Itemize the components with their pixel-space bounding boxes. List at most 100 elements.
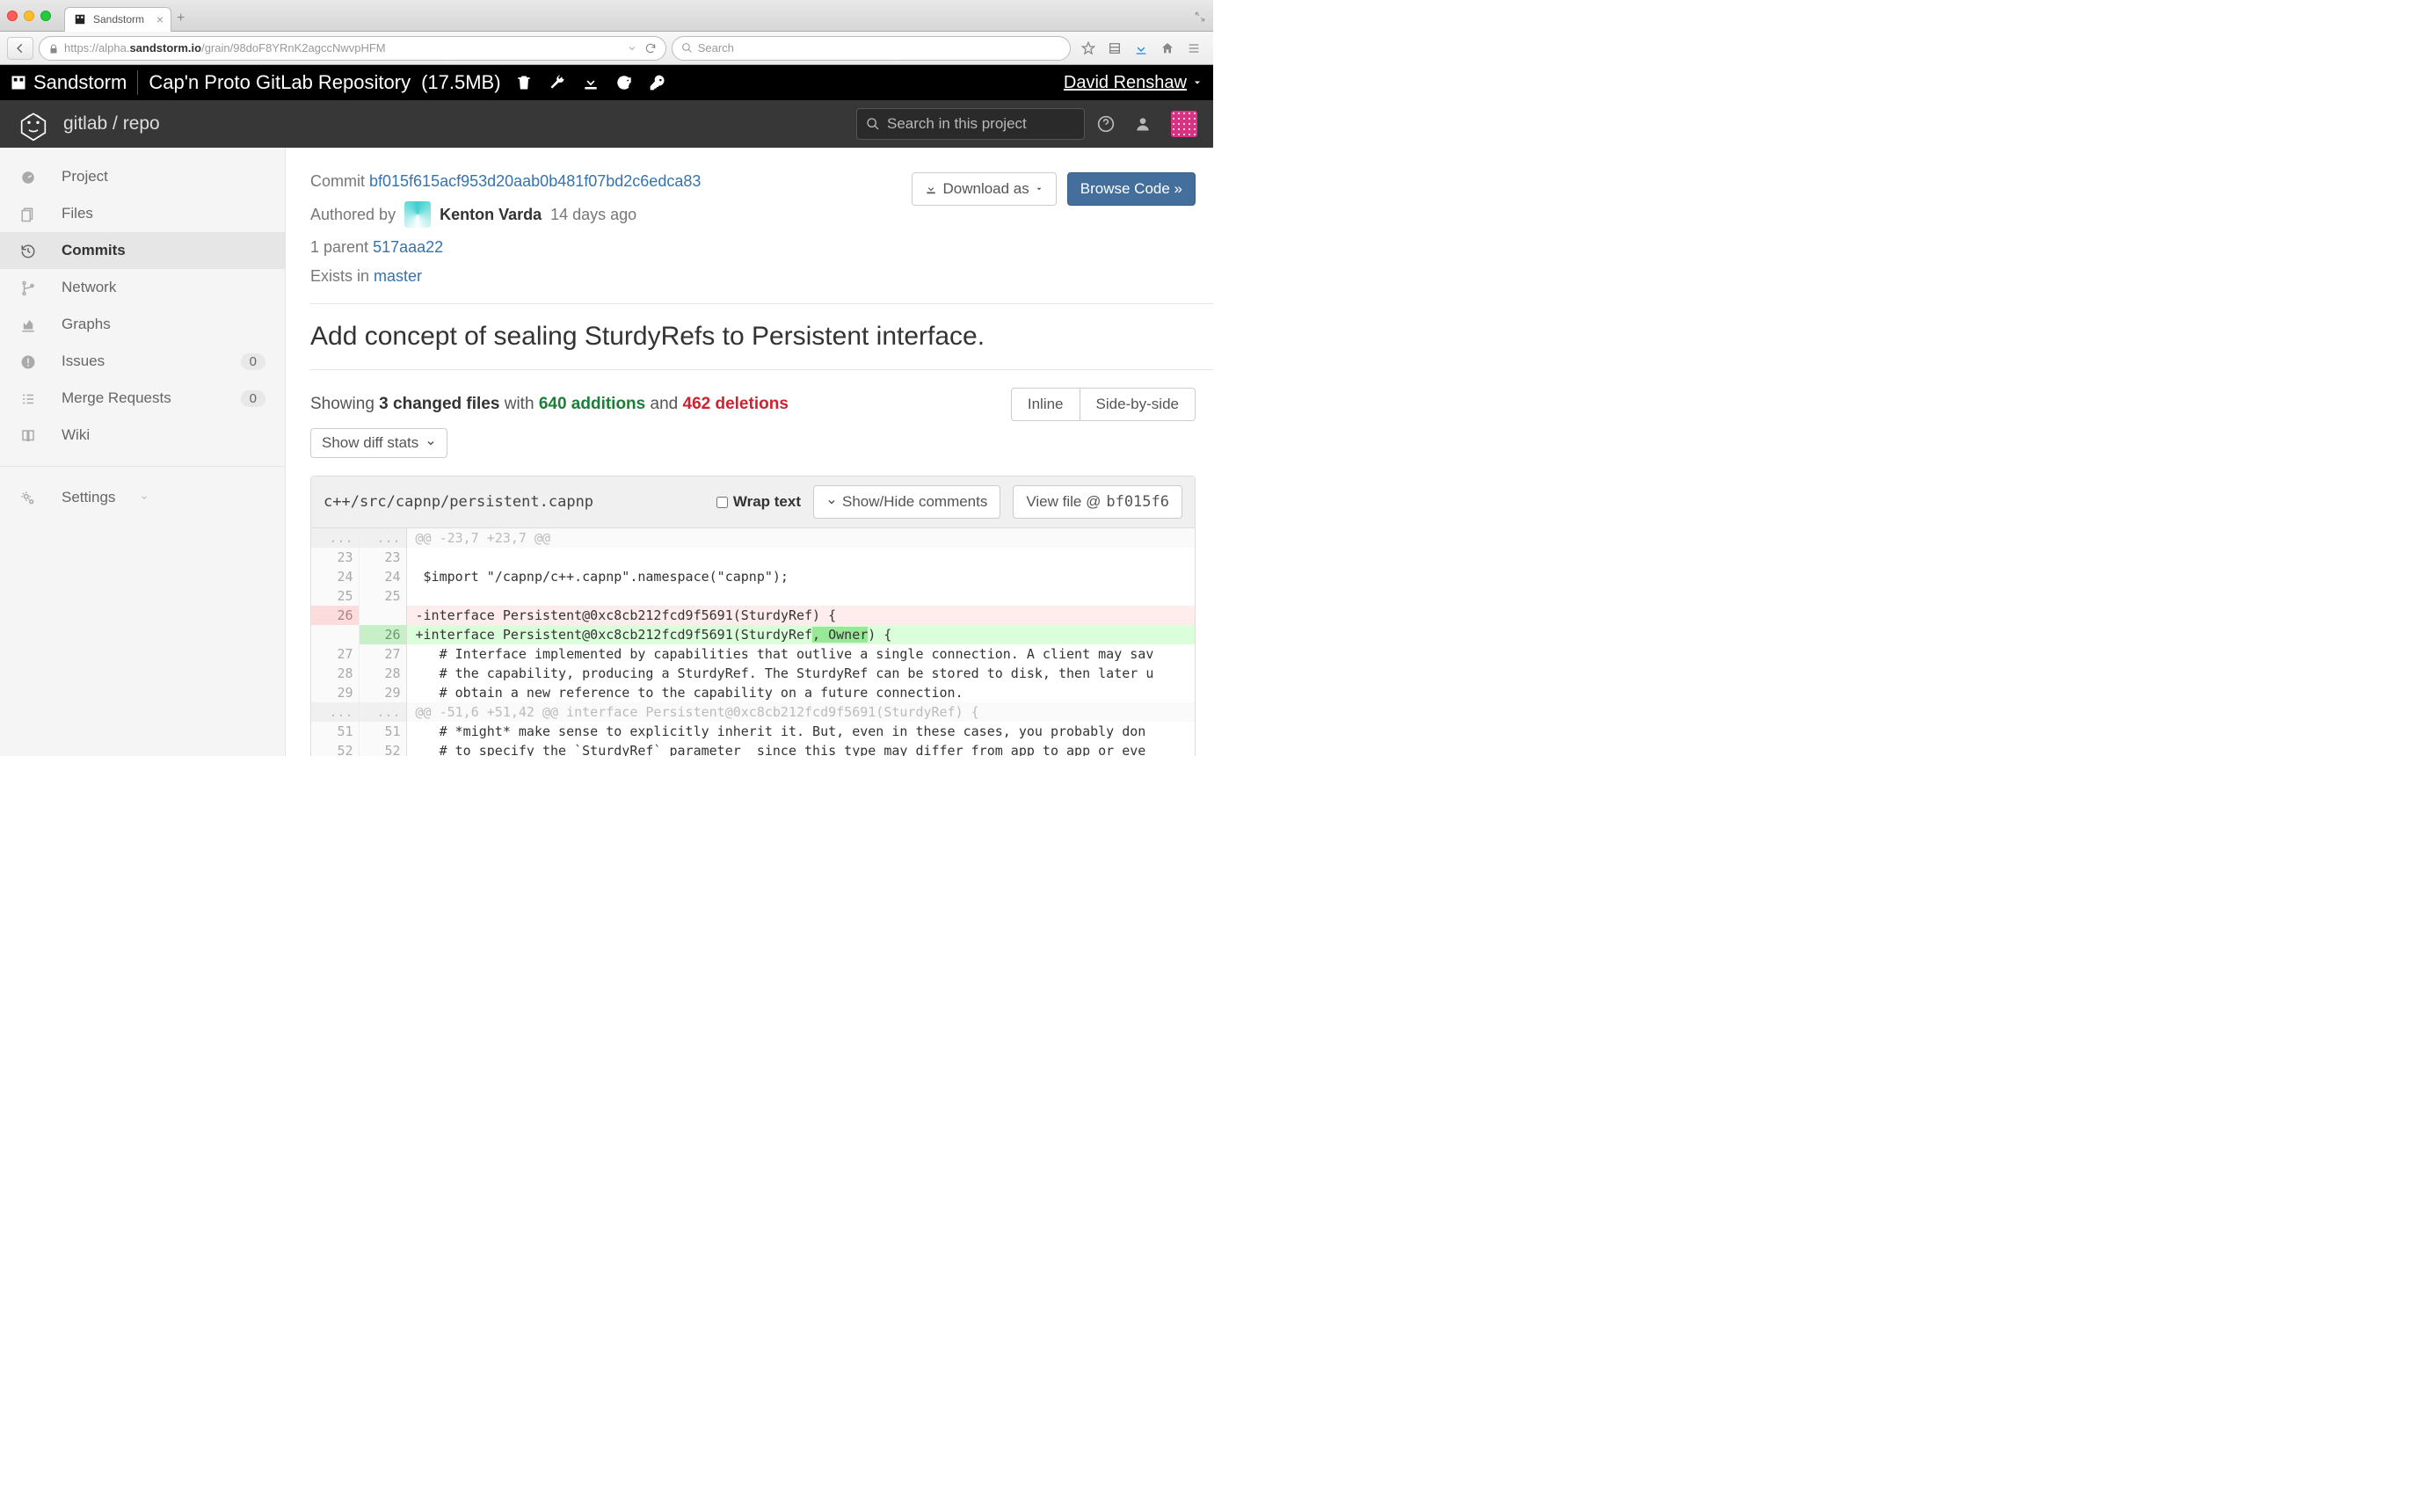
sidebar-item-settings[interactable]: Settings <box>0 479 285 516</box>
line-num-old[interactable]: 28 <box>311 664 359 683</box>
diff-row: ......@@ -23,7 +23,7 @@ <box>311 528 1195 548</box>
diff-row: 2929 # obtain a new reference to the cap… <box>311 683 1195 702</box>
fullscreen-icon[interactable] <box>1194 8 1206 22</box>
caret-down-icon <box>1035 185 1043 193</box>
wrap-text-toggle[interactable]: Wrap text <box>716 493 801 511</box>
code-line: -interface Persistent@0xc8cb212fcd9f5691… <box>406 606 1195 625</box>
user-menu[interactable]: David Renshaw <box>1064 73 1203 93</box>
view-file-button[interactable]: View file @bf015f6 <box>1013 485 1182 519</box>
menu-icon[interactable] <box>1187 40 1201 55</box>
line-num-old[interactable]: 23 <box>311 548 359 567</box>
line-num-old[interactable]: 26 <box>311 606 359 625</box>
avatar[interactable] <box>1171 111 1197 137</box>
profile-icon[interactable] <box>1134 115 1152 133</box>
line-num-new[interactable]: 23 <box>359 548 406 567</box>
gitlab-logo-icon[interactable] <box>16 106 51 142</box>
line-num-old[interactable]: 25 <box>311 586 359 606</box>
line-num-old[interactable]: 27 <box>311 644 359 664</box>
sidebar-item-graphs[interactable]: Graphs <box>0 306 285 343</box>
line-num-old[interactable]: 51 <box>311 722 359 741</box>
download-icon[interactable] <box>582 74 600 91</box>
trash-icon[interactable] <box>515 74 533 91</box>
breadcrumb[interactable]: gitlab / repo <box>63 113 160 134</box>
line-num-new[interactable]: 27 <box>359 644 406 664</box>
browser-tab[interactable]: Sandstorm × <box>64 7 171 32</box>
branch-link[interactable]: master <box>374 267 422 285</box>
downloads-icon[interactable] <box>1134 40 1148 55</box>
sandstorm-logo[interactable]: Sandstorm <box>11 71 127 94</box>
button-label: Browse Code » <box>1080 180 1182 198</box>
line-num-old[interactable] <box>311 625 359 644</box>
line-num-new[interactable]: ... <box>359 702 406 722</box>
project-search[interactable]: Search in this project <box>856 108 1085 140</box>
window-zoom[interactable] <box>40 11 51 21</box>
short-hash: bf015f6 <box>1106 493 1169 511</box>
diff-row: 26+interface Persistent@0xc8cb212fcd9f56… <box>311 625 1195 644</box>
key-icon[interactable] <box>649 74 666 91</box>
file-path[interactable]: c++/src/capnp/persistent.capnp <box>324 493 593 511</box>
address-bar[interactable]: https://alpha.sandstorm.io/grain/98doF8Y… <box>39 36 666 61</box>
chevron-down-icon <box>425 438 436 448</box>
line-num-old[interactable]: 52 <box>311 741 359 756</box>
line-num-new[interactable]: 25 <box>359 586 406 606</box>
side-by-side-button[interactable]: Side-by-side <box>1080 389 1196 420</box>
sidebar-item-label: Merge Requests <box>62 389 171 407</box>
sidebar-item-project[interactable]: Project <box>0 158 285 195</box>
line-num-new[interactable]: 29 <box>359 683 406 702</box>
line-num-new[interactable]: 24 <box>359 567 406 586</box>
line-num-new[interactable] <box>359 606 406 625</box>
browser-tabbar: Sandstorm × + <box>0 0 1213 32</box>
browse-code-button[interactable]: Browse Code » <box>1067 172 1196 206</box>
sidebar-item-issues[interactable]: Issues0 <box>0 343 285 380</box>
home-icon[interactable] <box>1160 40 1174 55</box>
reload-icon[interactable] <box>644 41 657 55</box>
bookmark-star-icon[interactable] <box>1081 40 1095 55</box>
sidebar-item-commits[interactable]: Commits <box>0 232 285 269</box>
author-avatar[interactable] <box>404 201 431 228</box>
toolbar-icons <box>1076 40 1206 55</box>
line-num-new[interactable]: 51 <box>359 722 406 741</box>
line-num-new[interactable]: 26 <box>359 625 406 644</box>
commit-hash-line: Commit bf015f615acf953d20aab0b481f07bd2c… <box>310 172 701 191</box>
code-line: +interface Persistent@0xc8cb212fcd9f5691… <box>406 625 1195 644</box>
sidebar-item-merge-requests[interactable]: Merge Requests0 <box>0 380 285 417</box>
line-num-old[interactable]: 29 <box>311 683 359 702</box>
reader-mode-icon[interactable] <box>627 41 637 55</box>
line-num-new[interactable]: 52 <box>359 741 406 756</box>
sidebar: Project Files Commits Network Graphs Iss… <box>0 148 286 756</box>
window-close[interactable] <box>7 11 18 21</box>
help-icon[interactable] <box>1097 115 1115 133</box>
line-num-old[interactable]: ... <box>311 702 359 722</box>
line-num-old[interactable]: ... <box>311 528 359 548</box>
inline-view-button[interactable]: Inline <box>1012 389 1080 420</box>
list-icon[interactable] <box>1108 40 1122 55</box>
code-line: # the capability, producing a SturdyRef.… <box>406 664 1195 683</box>
window-minimize[interactable] <box>24 11 34 21</box>
parent-hash[interactable]: 517aaa22 <box>373 238 443 256</box>
line-num-old[interactable]: 24 <box>311 567 359 586</box>
search-icon <box>681 42 693 54</box>
wrap-checkbox[interactable] <box>716 497 728 508</box>
back-button[interactable] <box>7 37 33 60</box>
separator <box>137 70 138 95</box>
download-as-button[interactable]: Download as <box>912 172 1056 206</box>
sidebar-item-wiki[interactable]: Wiki <box>0 417 285 454</box>
tab-close-icon[interactable]: × <box>156 12 164 26</box>
author-name[interactable]: Kenton Varda <box>440 206 542 224</box>
commit-hash[interactable]: bf015f615acf953d20aab0b481f07bd2c6edca83 <box>369 172 701 190</box>
line-num-new[interactable]: ... <box>359 528 406 548</box>
browser-search[interactable]: Search <box>672 36 1071 61</box>
code-line: # to specify the `SturdyRef` parameter s… <box>406 741 1195 756</box>
grain-actions <box>515 74 666 91</box>
sidebar-item-network[interactable]: Network <box>0 269 285 306</box>
new-tab-button[interactable]: + <box>177 11 185 26</box>
show-diff-stats-button[interactable]: Show diff stats <box>310 428 447 458</box>
sidebar-item-files[interactable]: Files <box>0 195 285 232</box>
wrench-icon[interactable] <box>549 74 566 91</box>
grain-title[interactable]: Cap'n Proto GitLab Repository <box>149 71 411 94</box>
line-num-new[interactable]: 28 <box>359 664 406 683</box>
show-hide-comments-button[interactable]: Show/Hide comments <box>813 485 1000 519</box>
refresh-icon[interactable] <box>615 74 633 91</box>
chevron-down-icon <box>826 497 837 507</box>
dashboard-icon <box>19 168 37 185</box>
